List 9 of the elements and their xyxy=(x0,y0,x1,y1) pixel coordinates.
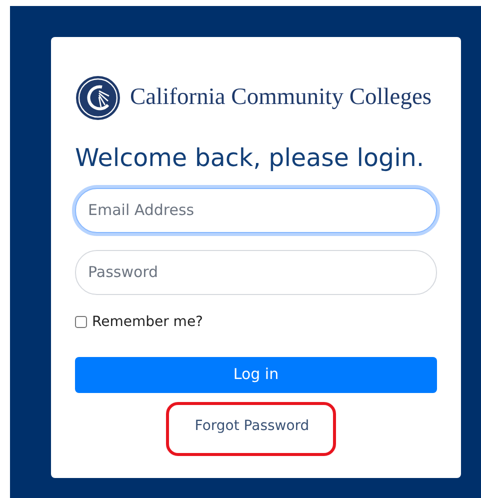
logo-icon xyxy=(75,75,121,121)
remember-label: Remember me? xyxy=(92,312,203,332)
remember-checkbox[interactable] xyxy=(75,316,87,328)
page-heading: Welcome back, please login. xyxy=(75,143,426,174)
email-field[interactable]: Email Address xyxy=(75,188,437,233)
brand-name: California Community Colleges xyxy=(130,83,432,112)
login-button[interactable]: Log in xyxy=(75,356,437,393)
forgot-password-link[interactable]: Forgot Password xyxy=(194,418,310,434)
password-field[interactable]: Password xyxy=(75,250,437,295)
